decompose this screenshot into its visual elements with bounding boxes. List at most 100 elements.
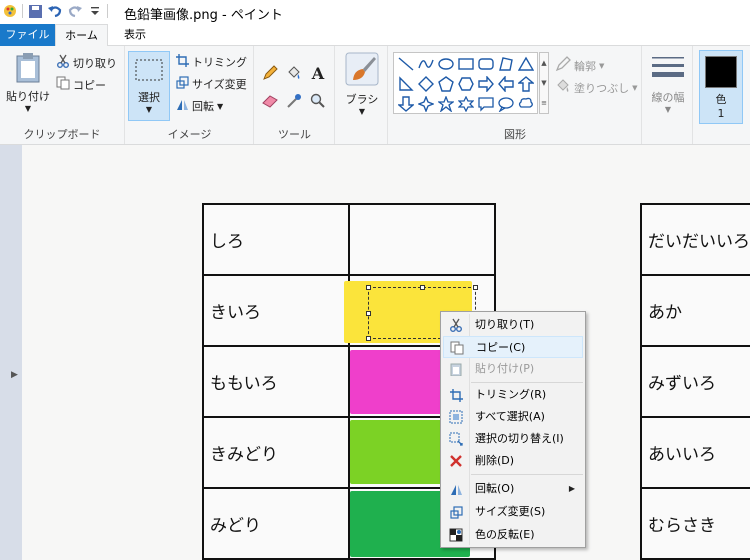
fill-button[interactable]: 塗りつぶし ▼ (555, 78, 638, 97)
name-cell: きいろ (202, 274, 350, 347)
color1-button[interactable]: 色 1 (699, 50, 743, 124)
expand-gallery-icon[interactable]: ≡ (540, 93, 548, 113)
selection-handle[interactable] (366, 285, 371, 290)
rotate-button[interactable]: 回転 ▼ (176, 98, 223, 114)
save-icon[interactable] (27, 3, 43, 19)
selection-handle[interactable] (420, 285, 425, 290)
redo-icon[interactable] (67, 3, 83, 19)
copy-button[interactable]: コピー (56, 76, 106, 93)
resize-label: サイズ変更 (192, 78, 247, 91)
scroll-down-icon[interactable]: ▼ (540, 73, 548, 93)
menu-separator (471, 474, 583, 475)
tab-file[interactable]: ファイル (0, 24, 55, 46)
triangle-shape-icon[interactable] (516, 54, 536, 74)
outline-button[interactable]: 輪郭 ▼ (555, 56, 604, 75)
right-triangle-shape-icon[interactable] (396, 74, 416, 94)
customize-qat-icon[interactable] (87, 3, 103, 19)
menu-item-invert-color[interactable]: 色の反転(E) (443, 524, 583, 546)
color-name: みずいろ (648, 374, 716, 394)
menu-item-label: コピー(C) (476, 341, 526, 354)
brushes-button[interactable]: ブラシ ▼ (340, 52, 384, 116)
down-arrow-shape-icon[interactable] (396, 94, 416, 114)
color1-index: 1 (717, 107, 725, 120)
crop-icon (448, 387, 464, 403)
hexagon-shape-icon[interactable] (456, 74, 476, 94)
up-arrow-shape-icon[interactable] (516, 74, 536, 94)
eraser-icon[interactable] (261, 92, 279, 110)
scroll-up-icon[interactable]: ▲ (540, 53, 548, 73)
shapes-scroll[interactable]: ▲ ▼ ≡ (539, 52, 549, 114)
name-cell: あか (640, 274, 750, 347)
expand-panel-icon[interactable]: ▶ (11, 370, 18, 380)
resize-button[interactable]: サイズ変更 (176, 76, 247, 92)
menu-item-copy[interactable]: コピー(C) (443, 336, 583, 358)
oval-shape-icon[interactable] (436, 54, 456, 74)
diamond-shape-icon[interactable] (416, 74, 436, 94)
paste-button[interactable]: 貼り付け ▼ (5, 52, 51, 113)
rect-callout-shape-icon[interactable] (476, 94, 496, 114)
rounded-rectangle-shape-icon[interactable] (476, 54, 496, 74)
menu-item-cut[interactable]: 切り取り(T) (443, 314, 583, 336)
color-name: きいろ (210, 303, 261, 323)
pentagon-shape-icon[interactable] (436, 74, 456, 94)
paint-app-icon[interactable] (2, 3, 18, 19)
selection-handle[interactable] (366, 336, 371, 341)
menu-item-delete[interactable]: 削除(D) (443, 450, 583, 472)
line-shape-icon[interactable] (396, 54, 416, 74)
select-button[interactable]: 選択 ▼ (128, 51, 170, 121)
fill-bucket-icon[interactable] (285, 64, 303, 82)
menu-item-select-all[interactable]: すべて選択(A) (443, 406, 583, 428)
curve-shape-icon[interactable] (416, 54, 436, 74)
six-point-star-shape-icon[interactable] (456, 94, 476, 114)
invert-color-icon (448, 527, 464, 543)
ribbon-tabs: ファイル ホーム 表示 (0, 24, 750, 47)
selection-handle[interactable] (473, 285, 478, 290)
paste-label: 貼り付け (6, 90, 50, 103)
menu-item-rotate[interactable]: 回転(O) ▶ (443, 478, 583, 500)
menu-item-resize[interactable]: サイズ変更(S) (443, 501, 583, 523)
line-width-icon (651, 54, 685, 87)
tab-home[interactable]: ホーム (55, 24, 108, 47)
canvas-area: ▶ しろ きいろ ももいろ きみどり みどり だいだいいろ あか みずいろ あい… (0, 145, 750, 560)
cut-button[interactable]: 切り取り (56, 54, 117, 71)
five-point-star-shape-icon[interactable] (436, 94, 456, 114)
image-group: 選択 ▼ トリミング サイズ変更 回転 ▼ イメージ (126, 46, 254, 144)
invert-selection-icon (448, 431, 464, 447)
color-name: あいいろ (648, 445, 716, 465)
cloud-callout-shape-icon[interactable] (516, 94, 536, 114)
submenu-arrow-icon: ▶ (568, 484, 575, 493)
menu-item-label: 削除(D) (475, 454, 515, 467)
rectangle-shape-icon[interactable] (456, 54, 476, 74)
menu-item-invert-selection[interactable]: 選択の切り替え(I) (443, 428, 583, 450)
resize-icon (448, 504, 464, 520)
oval-callout-shape-icon[interactable] (496, 94, 516, 114)
polygon-shape-icon[interactable] (496, 54, 516, 74)
tab-view[interactable]: 表示 (108, 24, 162, 46)
chevron-down-icon: ▼ (358, 107, 366, 116)
menu-item-label: 貼り付け(P) (475, 362, 535, 375)
paste-icon (448, 361, 464, 377)
quick-access-toolbar (2, 3, 108, 19)
chevron-down-icon: ▼ (24, 104, 32, 113)
left-arrow-shape-icon[interactable] (496, 74, 516, 94)
image-canvas[interactable]: しろ きいろ ももいろ きみどり みどり だいだいいろ あか みずいろ あいいろ… (22, 145, 750, 560)
shapes-gallery (393, 52, 538, 114)
context-menu: 切り取り(T) コピー(C) 貼り付け(P) トリミング(R) すべて選択(A)… (440, 311, 586, 548)
crop-button[interactable]: トリミング (176, 54, 247, 70)
magnifier-icon[interactable] (309, 92, 327, 110)
color-picker-icon[interactable] (285, 92, 303, 110)
color1-swatch (705, 56, 737, 88)
size-button[interactable]: 線の幅 ▼ (646, 54, 690, 114)
text-tool-icon[interactable]: A (309, 64, 327, 83)
menu-item-paste[interactable]: 貼り付け(P) (443, 358, 583, 380)
four-point-star-shape-icon[interactable] (416, 94, 436, 114)
right-arrow-shape-icon[interactable] (476, 74, 496, 94)
size-group: 線の幅 ▼ (643, 46, 693, 144)
pencil-icon[interactable] (261, 64, 279, 82)
delete-icon (448, 453, 464, 469)
undo-icon[interactable] (47, 3, 63, 19)
name-cell: みどり (202, 487, 350, 560)
selection-rect-icon (134, 58, 164, 85)
menu-item-crop[interactable]: トリミング(R) (443, 384, 583, 406)
selection-handle[interactable] (366, 311, 371, 316)
